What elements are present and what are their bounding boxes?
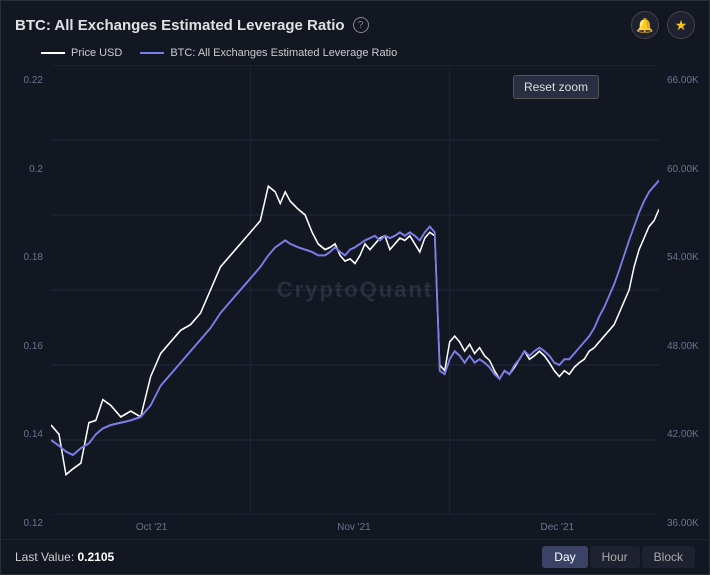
chart-legend: Price USD BTC: All Exchanges Estimated L… (1, 45, 709, 65)
leverage-ratio-line (51, 180, 659, 455)
x-axis: Oct '21 Nov '21 Dec '21 (51, 515, 659, 539)
chart-header: BTC: All Exchanges Estimated Leverage Ra… (1, 1, 709, 45)
help-icon[interactable]: ? (353, 17, 369, 33)
y-left-label-1: 0.2 (29, 164, 43, 175)
day-button[interactable]: Day (542, 546, 587, 568)
legend-line-blue (140, 52, 164, 54)
chart-inner: CryptoQuant Reset zoom (51, 65, 659, 515)
last-value-display: Last Value: 0.2105 (15, 550, 114, 564)
header-icons: 🔔 ★ (631, 11, 695, 39)
y-right-label-5: 36.00K (667, 518, 699, 529)
x-label-dec: Dec '21 (541, 522, 575, 533)
y-left-label-3: 0.16 (24, 341, 43, 352)
chart-svg (51, 65, 659, 515)
legend-item-ratio: BTC: All Exchanges Estimated Leverage Ra… (140, 47, 397, 59)
y-left-label-2: 0.18 (24, 252, 43, 263)
price-line (51, 186, 659, 474)
legend-line-white (41, 52, 65, 54)
x-label-nov: Nov '21 (337, 522, 371, 533)
y-right-label-3: 48.00K (667, 341, 699, 352)
y-left-label-5: 0.12 (24, 518, 43, 529)
legend-item-price: Price USD (41, 47, 122, 59)
y-left-label-4: 0.14 (24, 429, 43, 440)
y-axis-left: 0.22 0.2 0.18 0.16 0.14 0.12 (1, 65, 49, 539)
y-left-label-0: 0.22 (24, 75, 43, 86)
chart-footer: Last Value: 0.2105 Day Hour Block (1, 539, 709, 574)
bell-icon[interactable]: 🔔 (631, 11, 659, 39)
y-right-label-2: 54.00K (667, 252, 699, 263)
hour-button[interactable]: Hour (590, 546, 640, 568)
y-right-label-1: 60.00K (667, 164, 699, 175)
y-axis-right: 66.00K 60.00K 54.00K 48.00K 42.00K 36.00… (661, 65, 709, 539)
y-right-label-0: 66.00K (667, 75, 699, 86)
chart-container: BTC: All Exchanges Estimated Leverage Ra… (0, 0, 710, 575)
reset-zoom-button[interactable]: Reset zoom (513, 75, 599, 99)
header-left: BTC: All Exchanges Estimated Leverage Ra… (15, 17, 369, 34)
block-button[interactable]: Block (642, 546, 695, 568)
last-value-label: Last Value: (15, 550, 74, 564)
time-buttons: Day Hour Block (542, 546, 695, 568)
legend-label-ratio: BTC: All Exchanges Estimated Leverage Ra… (170, 47, 397, 59)
y-right-label-4: 42.00K (667, 429, 699, 440)
x-label-oct: Oct '21 (136, 522, 167, 533)
chart-area: 0.22 0.2 0.18 0.16 0.14 0.12 66.00K 60.0… (1, 65, 709, 539)
star-icon[interactable]: ★ (667, 11, 695, 39)
legend-label-price: Price USD (71, 47, 122, 59)
chart-title: BTC: All Exchanges Estimated Leverage Ra… (15, 17, 345, 34)
last-value-number: 0.2105 (78, 550, 115, 564)
